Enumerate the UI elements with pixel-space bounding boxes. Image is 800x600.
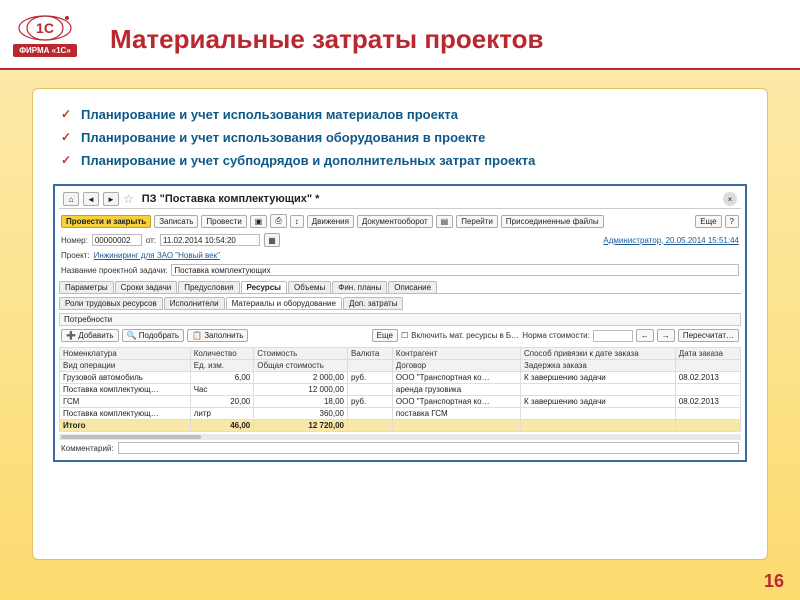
- pick-button[interactable]: 🔍 Подобрать: [122, 329, 184, 342]
- tab-resources[interactable]: Ресурсы: [241, 281, 287, 293]
- grid-toolbar: ➕ Добавить 🔍 Подобрать 📋 Заполнить Еще ☐…: [59, 326, 741, 345]
- table-row[interactable]: ГСМ 20,00 18,00 руб. ООО "Транспортная к…: [60, 396, 741, 408]
- docflow-button[interactable]: Документооборот: [357, 215, 433, 228]
- col-optype: Вид операции: [60, 360, 191, 372]
- logo-label: ФИРМА «1С»: [13, 44, 77, 57]
- bullet-item: Планирование и учет субподрядов и дополн…: [53, 149, 747, 172]
- total-row: Итого 46,00 12 720,00: [60, 420, 741, 432]
- subtab-executors[interactable]: Исполнители: [164, 297, 225, 310]
- page-number: 16: [764, 571, 784, 592]
- table-row[interactable]: Поставка комплектующ… литр 360,00 постав…: [60, 408, 741, 420]
- comment-field[interactable]: [118, 442, 739, 454]
- tab-finplans[interactable]: Фин. планы: [332, 281, 387, 293]
- calendar-icon[interactable]: ▦: [264, 233, 280, 247]
- col-counterparty: Контрагент: [392, 348, 520, 360]
- tab-dates[interactable]: Сроки задачи: [115, 281, 178, 293]
- user-link[interactable]: Администратор, 20.05.2014 15:51:44: [603, 236, 739, 245]
- window-titlebar: ⌂ ◄ ► ☆ ПЗ "Поставка комплектующих" * ×: [59, 190, 741, 209]
- app-window: ⌂ ◄ ► ☆ ПЗ "Поставка комплектующих" * × …: [53, 184, 747, 462]
- post-button[interactable]: Провести: [201, 215, 246, 228]
- col-unit: Ед. изм.: [190, 360, 254, 372]
- header-bar: 1С ФИРМА «1С» Материальные затраты проек…: [0, 0, 800, 70]
- grid-more-button[interactable]: Еще: [372, 329, 398, 342]
- col-delay: Задержка заказа: [520, 360, 675, 372]
- date-label: от:: [146, 236, 156, 245]
- subtab-extra[interactable]: Доп. затраты: [343, 297, 403, 310]
- bullet-item: Планирование и учет использования матери…: [53, 103, 747, 126]
- col-cost: Стоимость: [254, 348, 348, 360]
- col-binding: Способ привязки к дате заказа: [520, 348, 675, 360]
- toolbar-icon[interactable]: ↕: [290, 215, 304, 228]
- task-field[interactable]: Поставка комплектующих: [171, 264, 739, 276]
- section-needs: Потребности: [59, 313, 741, 326]
- close-icon[interactable]: ×: [723, 192, 737, 206]
- subtab-roles[interactable]: Роли трудовых ресурсов: [59, 297, 163, 310]
- norm-field[interactable]: [593, 330, 633, 342]
- number-field[interactable]: 00000002: [92, 234, 142, 246]
- scrollbar[interactable]: [59, 434, 741, 440]
- comment-row: Комментарий:: [59, 440, 741, 456]
- nav-back-icon[interactable]: ⌂: [63, 192, 79, 206]
- subtabs: Роли трудовых ресурсов Исполнители Матер…: [59, 297, 741, 310]
- attached-button[interactable]: Присоединенные файлы: [501, 215, 604, 228]
- tabs: Параметры Сроки задачи Предусловия Ресур…: [59, 281, 741, 294]
- save-button[interactable]: Записать: [154, 215, 198, 228]
- project-link[interactable]: Инжиниринг для ЗАО "Новый век": [94, 251, 220, 260]
- date-field[interactable]: 11.02.2014 10:54:20: [160, 234, 260, 246]
- col-nomenclature: Номенклатура: [60, 348, 191, 360]
- norm-label: Норма стоимости:: [522, 331, 590, 340]
- checkbox-icon[interactable]: ☐: [401, 331, 408, 340]
- include-label: Включить мат. ресурсы в Б…: [411, 331, 519, 340]
- table-row[interactable]: Грузовой автомобиль 6,00 2 000,00 руб. О…: [60, 372, 741, 384]
- project-label: Проект:: [61, 251, 90, 260]
- svg-text:1С: 1С: [36, 20, 54, 36]
- comment-label: Комментарий:: [61, 444, 114, 453]
- more-button[interactable]: Еще: [695, 215, 721, 228]
- nav-next-icon[interactable]: ►: [103, 192, 119, 206]
- tab-desc[interactable]: Описание: [388, 281, 437, 293]
- subtab-materials[interactable]: Материалы и оборудование: [226, 297, 342, 310]
- add-button[interactable]: ➕ Добавить: [61, 329, 119, 342]
- table-row[interactable]: Поставка комплектующ… Час 12 000,00 арен…: [60, 384, 741, 396]
- col-contract: Договор: [392, 360, 520, 372]
- logo-1c: 1С ФИРМА «1С»: [10, 8, 80, 63]
- nav-prev-icon[interactable]: ◄: [83, 192, 99, 206]
- toolbar-icon[interactable]: ▤: [436, 215, 454, 228]
- bullet-item: Планирование и учет использования оборуд…: [53, 126, 747, 149]
- star-icon[interactable]: ☆: [123, 192, 134, 206]
- bullet-list: Планирование и учет использования матери…: [53, 103, 747, 172]
- materials-grid: Номенклатура Количество Стоимость Валюта…: [59, 347, 741, 432]
- window-title: ПЗ "Поставка комплектующих" *: [142, 193, 320, 205]
- tab-volumes[interactable]: Объемы: [288, 281, 331, 293]
- number-row: Номер: 00000002 от: 11.02.2014 10:54:20 …: [59, 231, 741, 249]
- fill-button[interactable]: 📋 Заполнить: [187, 329, 248, 342]
- project-row: Проект: Инжиниринг для ЗАО "Новый век": [59, 249, 741, 262]
- goto-button[interactable]: Перейти: [456, 215, 498, 228]
- header-row-2: Вид операции Ед. изм. Общая стоимость До…: [60, 360, 741, 372]
- task-label: Название проектной задачи:: [61, 266, 167, 275]
- tab-precond[interactable]: Предусловия: [178, 281, 239, 293]
- content-panel: Планирование и учет использования матери…: [32, 88, 768, 560]
- col-orderdate: Дата заказа: [675, 348, 740, 360]
- toolbar-icon[interactable]: ⎙: [270, 214, 286, 228]
- movements-button[interactable]: Движения: [307, 215, 354, 228]
- move-right-icon[interactable]: →: [657, 329, 675, 342]
- logo-1c-icon: 1С: [17, 14, 73, 42]
- help-button[interactable]: ?: [725, 215, 739, 228]
- tab-params[interactable]: Параметры: [59, 281, 114, 293]
- move-left-icon[interactable]: ←: [636, 329, 654, 342]
- recalc-button[interactable]: Пересчитат…: [678, 329, 739, 342]
- col-qty: Количество: [190, 348, 254, 360]
- header-row-1: Номенклатура Количество Стоимость Валюта…: [60, 348, 741, 360]
- slide-title: Материальные затраты проектов: [110, 24, 544, 55]
- main-toolbar: Провести и закрыть Записать Провести ▣ ⎙…: [59, 211, 741, 231]
- col-currency: Валюта: [347, 348, 392, 360]
- post-close-button[interactable]: Провести и закрыть: [61, 215, 151, 228]
- task-row: Название проектной задачи: Поставка комп…: [59, 262, 741, 278]
- number-label: Номер:: [61, 236, 88, 245]
- toolbar-icon[interactable]: ▣: [250, 215, 268, 228]
- col-totalcost: Общая стоимость: [254, 360, 348, 372]
